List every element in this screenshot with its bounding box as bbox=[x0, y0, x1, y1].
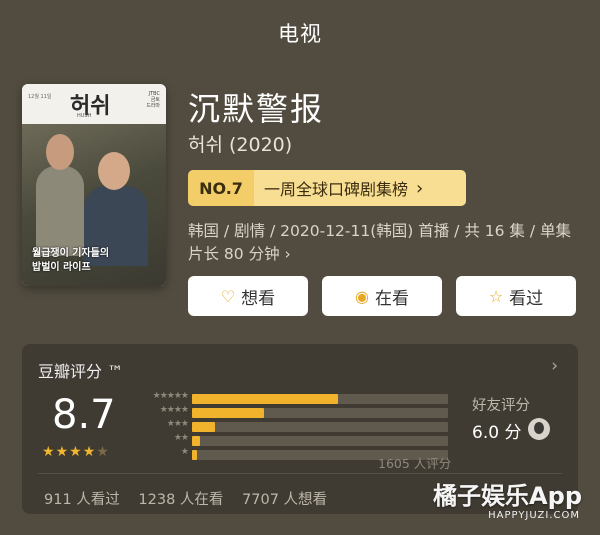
friends-rating-label: 好友评分 bbox=[472, 398, 530, 414]
show-poster[interactable]: 허쉬 HUSH 12월 11일 JTBC 금토 드라마 월급쟁이 기자들의 밥벌… bbox=[22, 84, 166, 286]
distribution-bar bbox=[192, 422, 216, 432]
poster-caption: 밥벌이 라이프 bbox=[32, 262, 91, 273]
chevron-right-icon[interactable]: › bbox=[551, 356, 558, 376]
rating-score: 8.7 bbox=[52, 392, 116, 438]
poster-logo-sub: HUSH bbox=[77, 113, 92, 119]
row-stars: ★★★★ bbox=[159, 405, 189, 415]
watermark-logo: 橘子娱乐App bbox=[433, 482, 582, 510]
target-icon: ◉ bbox=[355, 286, 369, 306]
distribution-bar bbox=[192, 450, 198, 460]
watched-count[interactable]: 911 人看过 bbox=[44, 492, 120, 508]
show-title: 沉默警报 bbox=[188, 90, 325, 128]
distribution-row: ★★★ bbox=[142, 419, 452, 432]
star-icon: ★ bbox=[69, 444, 83, 460]
star-outline-icon: ☆ bbox=[488, 286, 504, 306]
row-stars: ★★★ bbox=[166, 419, 189, 429]
distribution-track bbox=[192, 436, 448, 446]
poster-figure bbox=[98, 152, 130, 190]
want-to-watch-button[interactable]: ♡ 想看 bbox=[188, 276, 308, 316]
star-half-icon: ★ bbox=[96, 444, 110, 460]
row-stars: ★★ bbox=[173, 433, 189, 443]
show-meta-info[interactable]: 韩国 / 剧情 / 2020-12-11(韩国) 首播 / 共 16 集 / 单… bbox=[188, 220, 583, 266]
distribution-row: ★★★★★ bbox=[142, 391, 452, 404]
watching-button[interactable]: ◉ 在看 bbox=[322, 276, 442, 316]
avatar[interactable] bbox=[528, 418, 550, 440]
distribution-track bbox=[192, 394, 448, 404]
poster-caption: 월급쟁이 기자들의 bbox=[32, 248, 110, 259]
distribution-track bbox=[192, 422, 448, 432]
star-icon: ★ bbox=[42, 444, 56, 460]
star-icon: ★ bbox=[82, 444, 97, 460]
watermark-url: HAPPYJUZI.COM bbox=[488, 510, 580, 521]
row-stars: ★★★★★ bbox=[152, 391, 189, 401]
show-original-title: 허쉬 (2020) bbox=[188, 134, 293, 156]
star-icon: ★ bbox=[55, 444, 70, 460]
divider bbox=[38, 473, 562, 474]
poster-figure bbox=[36, 166, 84, 256]
distribution-row: ★★ bbox=[142, 433, 452, 446]
rating-card-title: 豆瓣评分 ™ bbox=[38, 362, 124, 381]
distribution-track bbox=[192, 408, 448, 418]
rank-list-label: 一周全球口碑剧集榜 bbox=[264, 180, 409, 199]
poster-network: JTBC 금토 드라마 bbox=[146, 91, 160, 109]
distribution-bar bbox=[192, 394, 338, 404]
row-stars: ★ bbox=[180, 447, 189, 457]
button-label: 在看 bbox=[374, 288, 409, 309]
friends-rating-score: 6.0 分 bbox=[472, 423, 522, 443]
chevron-right-icon: › bbox=[416, 177, 424, 199]
watch-stats[interactable]: 911 人看过 1238 人在看 7707 人想看 bbox=[44, 488, 341, 509]
poster-network-line: 드라마 bbox=[146, 103, 160, 109]
rating-count: 1605 人评分 bbox=[378, 456, 452, 471]
button-label: 看过 bbox=[509, 288, 544, 309]
poster-figure bbox=[46, 134, 74, 170]
distribution-bar bbox=[192, 408, 264, 418]
heart-plus-icon: ♡ bbox=[220, 286, 236, 306]
distribution-bar bbox=[192, 436, 200, 446]
rating-stars: ★★★★★ bbox=[42, 444, 110, 460]
page-title: 电视 bbox=[278, 22, 322, 46]
watching-count[interactable]: 1238 人在看 bbox=[138, 492, 223, 508]
ranking-badge[interactable]: NO.7 一周全球口碑剧集榜 › bbox=[188, 170, 466, 206]
watched-button[interactable]: ☆ 看过 bbox=[456, 276, 576, 316]
rank-number: NO.7 bbox=[188, 170, 254, 206]
poster-date: 12월 11일 bbox=[28, 94, 52, 100]
want-count[interactable]: 7707 人想看 bbox=[242, 492, 327, 508]
rank-list-name: 一周全球口碑剧集榜 › bbox=[254, 170, 466, 206]
distribution-row: ★★★★ bbox=[142, 405, 452, 418]
button-label: 想看 bbox=[241, 288, 276, 309]
